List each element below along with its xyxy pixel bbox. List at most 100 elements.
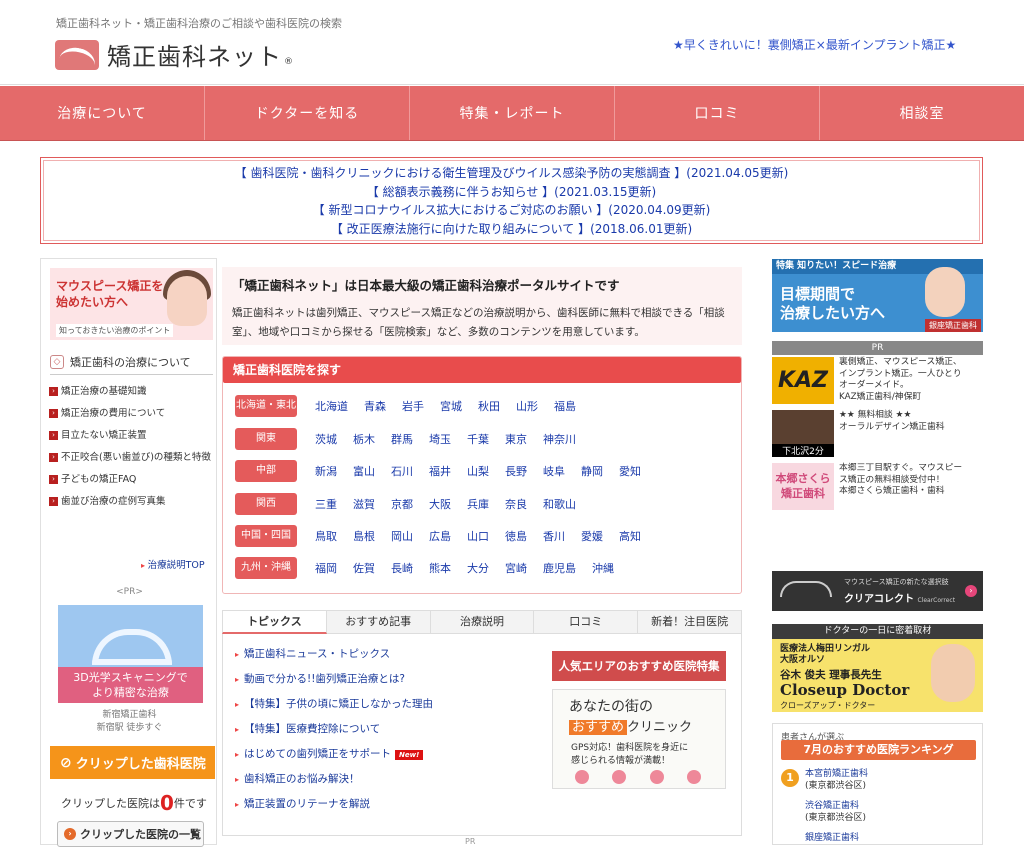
tab-new-clinics[interactable]: 新着！注目医院 (638, 610, 742, 634)
site-logo[interactable]: 矯正歯科ネット ® (55, 37, 293, 72)
pref-link[interactable]: 長崎 (391, 560, 413, 576)
ad-hongo-sakura[interactable]: 本郷さくら 矯正歯科 本郷三丁目駅すぐ。マウスピー ス矯正の無料相談受付中！ 本郷さく… (772, 463, 983, 510)
nav-reviews[interactable]: 口コミ (615, 86, 820, 140)
guide-item[interactable]: › 目立たない矯正装置 (49, 429, 214, 442)
intro-title: 「矯正歯科ネット」は日本最大級の矯正歯科治療ポータルサイトです (232, 278, 620, 293)
pref-link[interactable]: 北海道 (315, 398, 348, 414)
pref-link[interactable]: 岡山 (391, 528, 413, 544)
notice-link[interactable]: 【 歯科医院・歯科クリニックにおける衛生管理及びウイルス感染予防の実態調査 】(… (41, 164, 982, 183)
pref-link[interactable]: 神奈川 (543, 431, 576, 447)
pref-link[interactable]: 千葉 (467, 431, 489, 447)
pref-link[interactable]: 奈良 (505, 496, 527, 512)
notice-link[interactable]: 【 新型コロナウイルス拡大におけるご対応のお願い 】(2020.04.09更新) (41, 201, 982, 220)
pref-link[interactable]: 大分 (467, 560, 489, 576)
closeup-doctor-banner[interactable]: ドクターの一日に密着取材 医療法人梅田リンガル 大阪オルソ 谷木 俊夫 理事長先生… (772, 624, 983, 712)
guide-item[interactable]: › 歯並び治療の症例写真集 (49, 495, 214, 508)
pref-link[interactable]: 香川 (543, 528, 565, 544)
tab-treatment[interactable]: 治療説明 (430, 610, 535, 634)
nav-consult[interactable]: 相談室 (820, 86, 1024, 140)
ad-text-line: オーラルデザイン矯正歯科 (839, 421, 945, 432)
pref-link[interactable]: 徳島 (505, 528, 527, 544)
scan-ad-banner[interactable]: 3D光学スキャニングで より精密な治療 (58, 605, 203, 703)
pref-link[interactable]: 鹿児島 (543, 560, 576, 576)
tab-topics[interactable]: トピックス (222, 610, 327, 634)
region-button[interactable]: 九州・沖縄 (235, 557, 297, 579)
pref-link[interactable]: 広島 (429, 528, 451, 544)
pref-link[interactable]: 京都 (391, 496, 413, 512)
ranking-item[interactable]: 銀座矯正歯科 (805, 832, 859, 844)
ranking-item[interactable]: 渋谷矯正歯科 (東京都渋谷区) (805, 800, 866, 824)
topic-link[interactable]: 矯正歯科ニュース・トピックス (235, 646, 390, 661)
topic-link[interactable]: 歯科矯正のお悩み解決！ (235, 771, 360, 786)
speed-treatment-banner[interactable]: 特集 知りたい！スピード治療 目標期間で 治療したい方へ 銀座矯正歯科 (772, 259, 983, 332)
pref-link[interactable]: 茨城 (315, 431, 337, 447)
nav-features[interactable]: 特集・レポート (410, 86, 615, 140)
clip-list-button[interactable]: › クリップした医院の一覧 (57, 821, 204, 847)
topic-link[interactable]: 【特集】子供の頃に矯正しなかった理由 (235, 696, 433, 711)
pref-link[interactable]: 宮城 (440, 398, 462, 414)
pref-link[interactable]: 青森 (364, 398, 386, 414)
pref-link[interactable]: 埼玉 (429, 431, 451, 447)
pref-link[interactable]: 静岡 (581, 463, 603, 479)
nav-treatment[interactable]: 治療について (0, 86, 205, 140)
region-button[interactable]: 中国・四国 (235, 525, 297, 547)
pref-link[interactable]: 山形 (516, 398, 538, 414)
mouthpiece-banner[interactable]: マウスピース矯正を 始めたい方へ 知っておきたい治療のポイント (50, 268, 213, 340)
nav-doctors[interactable]: ドクターを知る (205, 86, 410, 140)
tab-recommended[interactable]: おすすめ記事 (326, 610, 431, 634)
ad-kaz[interactable]: KAZ 裏側矯正、マウスピース矯正、 インプラント矯正。一人ひとり オーダーメイド。… (772, 357, 983, 404)
popular-area-banner[interactable]: 人気エリアのおすすめ医院特集 (552, 651, 726, 681)
pref-link[interactable]: 熊本 (429, 560, 451, 576)
pref-link[interactable]: 石川 (391, 463, 413, 479)
pref-link[interactable]: 福島 (554, 398, 576, 414)
pref-link[interactable]: 宮崎 (505, 560, 527, 576)
region-button[interactable]: 関東 (235, 428, 297, 450)
promo-link[interactable]: ★早くきれいに！裏側矯正×最新インプラント矯正★ (673, 36, 956, 53)
pref-link[interactable]: 秋田 (478, 398, 500, 414)
pref-link[interactable]: 愛媛 (581, 528, 603, 544)
tab-reviews[interactable]: 口コミ (534, 610, 639, 634)
guide-item[interactable]: › 子どもの矯正FAQ (49, 473, 214, 486)
pref-link[interactable]: 栃木 (353, 431, 375, 447)
town-clinic-banner[interactable]: あなたの街の おすすめ クリニック GPS対応！歯科医院を身近に 感じられる情報が満… (552, 689, 726, 789)
pref-link[interactable]: 富山 (353, 463, 375, 479)
pref-link[interactable]: 沖縄 (592, 560, 614, 576)
clear-correct-banner[interactable]: マウスピース矯正の新たな選択肢 クリアコレクト ClearCorrect › (772, 571, 983, 611)
pref-link[interactable]: 岐阜 (543, 463, 565, 479)
pref-link[interactable]: 高知 (619, 528, 641, 544)
guide-item[interactable]: › 矯正治療の費用について (49, 407, 214, 420)
region-button[interactable]: 関西 (235, 493, 297, 515)
pref-link[interactable]: 福岡 (315, 560, 337, 576)
pref-link[interactable]: 群馬 (391, 431, 413, 447)
notice-link[interactable]: 【 総額表示義務に伴うお知らせ 】(2021.03.15更新) (41, 183, 982, 202)
topic-link[interactable]: 矯正装置のリテーナを解説 (235, 796, 370, 811)
pref-link[interactable]: 岩手 (402, 398, 424, 414)
pref-link[interactable]: 三重 (315, 496, 337, 512)
pref-link[interactable]: 島根 (353, 528, 375, 544)
pref-link[interactable]: 大阪 (429, 496, 451, 512)
pref-link[interactable]: 長野 (505, 463, 527, 479)
topic-link[interactable]: はじめての歯列矯正をサポートNew! (235, 746, 424, 761)
pref-link[interactable]: 和歌山 (543, 496, 576, 512)
pref-link[interactable]: 鳥取 (315, 528, 337, 544)
pref-link[interactable]: 滋賀 (353, 496, 375, 512)
region-button[interactable]: 中部 (235, 460, 297, 482)
guide-item[interactable]: › 不正咬合(悪い歯並び)の種類と特徴 (49, 451, 214, 464)
clip-banner[interactable]: ⊘ クリップした歯科医院 (50, 746, 215, 779)
pref-link[interactable]: 山口 (467, 528, 489, 544)
region-button[interactable]: 北海道・東北 (235, 395, 297, 417)
pref-link[interactable]: 新潟 (315, 463, 337, 479)
ad-oral-design[interactable]: 下北沢2分 ★★ 無料相談 ★★ オーラルデザイン矯正歯科 (772, 410, 983, 457)
guide-top-link[interactable]: ▸ 治療説明TOP (141, 557, 205, 571)
pref-link[interactable]: 山梨 (467, 463, 489, 479)
guide-item[interactable]: › 矯正治療の基礎知識 (49, 385, 214, 398)
topic-link[interactable]: 動画で分かる!!歯列矯正治療とは? (235, 671, 405, 686)
pref-link[interactable]: 福井 (429, 463, 451, 479)
notice-link[interactable]: 【 改正医療法施行に向けた取り組みについて 】(2018.06.01更新) (41, 220, 982, 239)
pref-link[interactable]: 東京 (505, 431, 527, 447)
pref-link[interactable]: 兵庫 (467, 496, 489, 512)
pref-link[interactable]: 佐賀 (353, 560, 375, 576)
pref-link[interactable]: 愛知 (619, 463, 641, 479)
ranking-item[interactable]: 本宮前矯正歯科 (東京都渋谷区) (805, 768, 868, 792)
topic-link[interactable]: 【特集】医療費控除について (235, 721, 380, 736)
